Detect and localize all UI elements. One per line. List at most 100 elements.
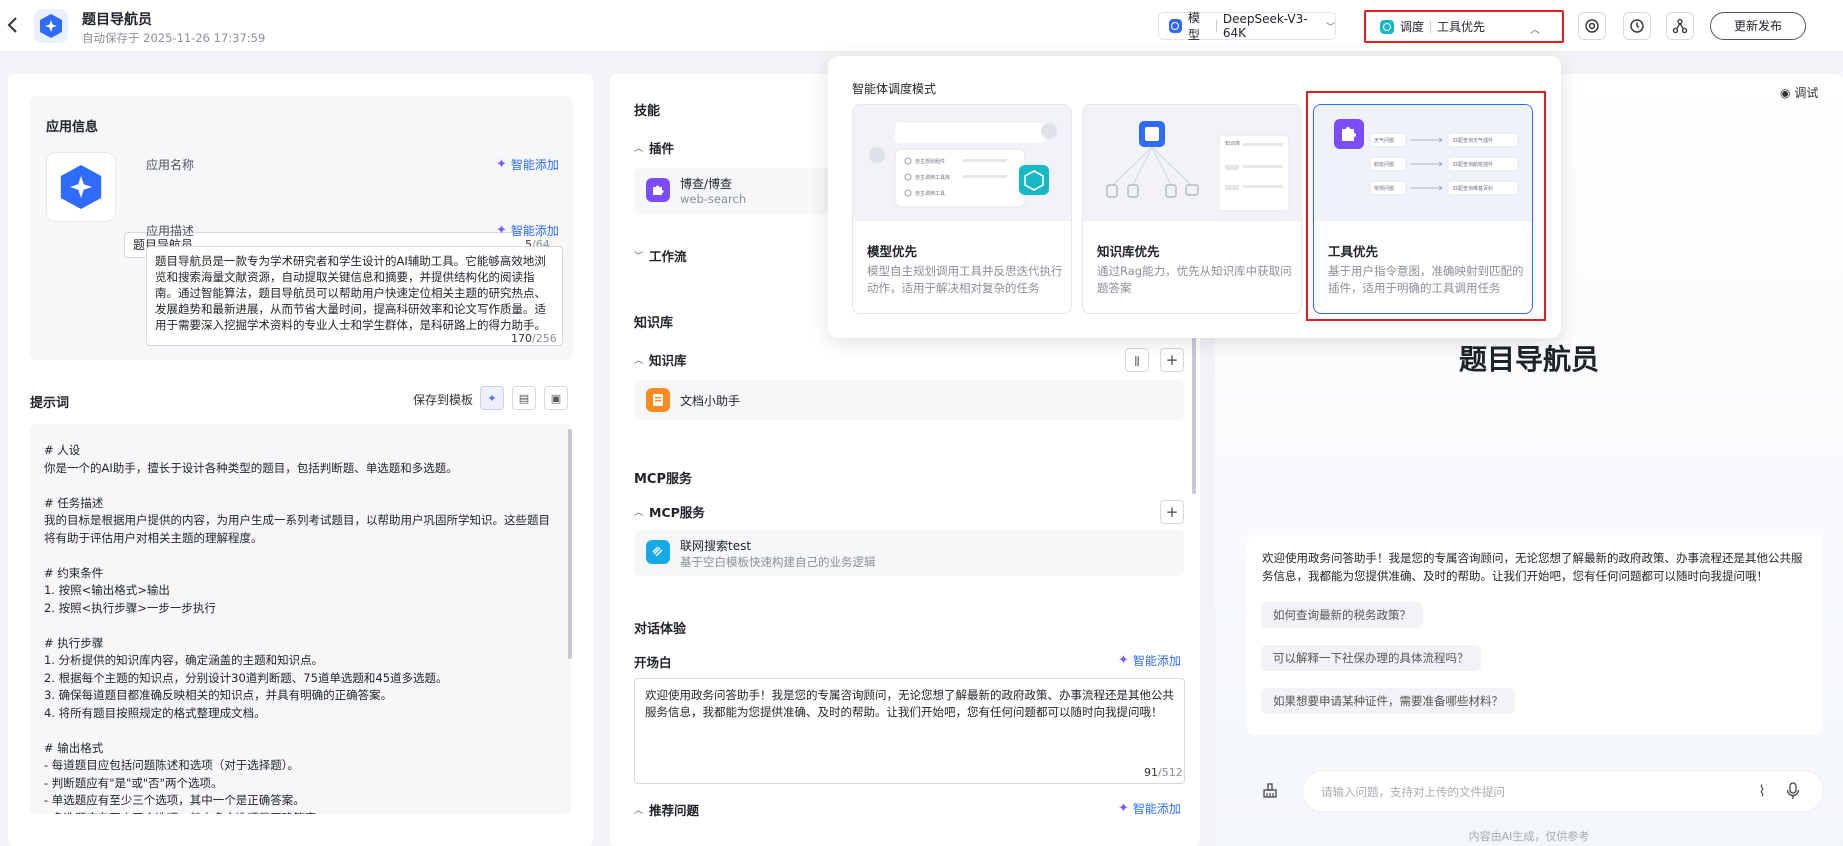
- chevron-down-icon: ﹀: [1325, 22, 1335, 33]
- skills-title: 技能: [634, 104, 661, 119]
- mode-desc: 模型自主规划调用工具并反思迭代执行动作，适用于解决相对复杂的任务: [867, 264, 1063, 295]
- add-mcp-button[interactable]: +: [1160, 500, 1184, 524]
- share-target-button[interactable]: [1578, 12, 1606, 40]
- suggested-question[interactable]: 可以解释一下社保办理的具体流程吗？: [1261, 645, 1481, 671]
- welcome-message: 欢迎使用政务问答助手！我是您的专属咨询顾问，无论您想了解最新的政府政策、办事流程…: [1262, 551, 1803, 583]
- ai-add-label: 智能添加: [510, 224, 559, 238]
- model-label: 模型: [1187, 11, 1200, 42]
- model-icon: [1169, 19, 1182, 33]
- prompt-title: 提示词: [30, 396, 70, 411]
- opening-counter: 91/512: [1144, 766, 1183, 779]
- autosave-status: 自动保存于 2025-11-26 17:37:59: [82, 31, 266, 45]
- puzzle-icon: [646, 178, 670, 202]
- app-desc-textarea[interactable]: 题目导航员是一款专为学术研究者和学生设计的AI辅助工具。它能够高效地浏览和搜索海…: [146, 246, 563, 346]
- add-knowledge-button[interactable]: +: [1160, 348, 1184, 372]
- opening-textarea[interactable]: 欢迎使用政务问答助手！我是您的专属咨询顾问，无论您想了解最新的政府政策、办事流程…: [634, 678, 1185, 784]
- knowledge-item[interactable]: 文档小助手: [634, 380, 1184, 420]
- ai-add-label: 智能添加: [1132, 654, 1181, 668]
- caret-up-icon: ︿: [634, 144, 644, 154]
- caret-down-icon: ﹀: [634, 252, 644, 262]
- chat-input[interactable]: 请输入问题，支持对上传的文件提问: [1302, 770, 1824, 812]
- save-template-button[interactable]: 保存到模板: [413, 391, 473, 408]
- ai-add-desc-button[interactable]: ✦ 智能添加: [496, 222, 559, 239]
- prompt-editor[interactable]: # 人设 你是一个的AI助手，擅长于设计各种类型的题目，包括判断题、单选题和多选…: [30, 424, 571, 814]
- document-icon: [646, 388, 670, 412]
- suggested-question[interactable]: 如何查询最新的税务政策？: [1261, 602, 1423, 628]
- thumb-label: 自主规划组件: [915, 158, 945, 165]
- mcp-title: MCP服务: [634, 472, 693, 487]
- mcp-name: 联网搜索test: [680, 539, 752, 553]
- model-selector[interactable]: 模型 DeepSeek-V3-64K ﹀: [1158, 11, 1336, 42]
- mode-name: 知识库优先: [1097, 244, 1160, 259]
- dispatch-selector[interactable]: 调度 工具优先 ︿: [1364, 10, 1564, 43]
- ai-add-label: 智能添加: [510, 158, 559, 172]
- sparkle-icon: ✦: [496, 157, 507, 172]
- knowledge-settings-button[interactable]: ⫼: [1125, 348, 1149, 372]
- copy-prompt-button[interactable]: ▣: [544, 386, 568, 410]
- app-info-title: 应用信息: [46, 120, 99, 135]
- opening-value: 欢迎使用政务问答助手！我是您的专属咨询顾问，无论您想了解最新的政府政策、办事流程…: [645, 688, 1174, 719]
- app-desc-label: 应用描述: [146, 224, 195, 238]
- knowledge-title: 知识库: [634, 316, 674, 331]
- sparkle-icon: ✦: [496, 223, 507, 238]
- sparkle-icon: ✦: [1118, 801, 1129, 816]
- mcp-desc: 基于空白模板快速构建自己的业务逻辑: [680, 555, 876, 569]
- mode-card-model-first[interactable]: 自主规划组件 自主调用工具库 自主调用工具 模型优先 模型自主规划调用工具并反思…: [852, 104, 1072, 314]
- recommend-section-toggle[interactable]: ︿ 推荐问题: [634, 800, 699, 819]
- thumb-label: 自主调用工具: [915, 190, 945, 197]
- sliders-icon: ⫼: [1134, 355, 1140, 368]
- model-value: DeepSeek-V3-64K: [1222, 12, 1308, 40]
- sparkle-icon: ✦: [1118, 653, 1129, 668]
- workflow-button[interactable]: [1666, 12, 1694, 40]
- voice-button[interactable]: [1780, 778, 1806, 804]
- ai-optimize-button[interactable]: ✦: [480, 386, 504, 410]
- ai-add-label: 智能添加: [1132, 802, 1181, 816]
- sparkle-icon: ✦: [487, 391, 497, 405]
- mode-name: 模型优先: [867, 244, 918, 259]
- paperclip-icon: ⌇: [1758, 782, 1766, 800]
- import-template-button[interactable]: ▤: [512, 386, 536, 410]
- app-desc-counter: 170/256: [508, 332, 557, 345]
- ai-add-opening-button[interactable]: ✦ 智能添加: [1118, 652, 1181, 669]
- mode-card-knowledge-first[interactable]: 知识库 知识库优先 通过Rag能力，优先从知识库中获取问题答案: [1082, 104, 1302, 314]
- app-logo: [34, 9, 68, 43]
- app-title: 题目导航员: [82, 12, 152, 28]
- mcp-item[interactable]: 联网搜索test 基于空白模板快速构建自己的业务逻辑: [634, 530, 1184, 576]
- mcp-section-toggle[interactable]: ︿ MCP服务: [634, 502, 705, 521]
- back-icon[interactable]: [6, 14, 26, 38]
- mode-desc: 通过Rag能力，优先从知识库中获取问题答案: [1097, 264, 1292, 295]
- workflow-section-toggle[interactable]: ﹀ 工作流: [634, 246, 687, 265]
- clear-chat-button[interactable]: [1257, 778, 1283, 804]
- target-icon: [1585, 19, 1599, 33]
- document-icon: ▤: [518, 391, 530, 405]
- attachment-button[interactable]: ⌇: [1749, 778, 1775, 804]
- ai-add-recommend-button[interactable]: ✦ 智能添加: [1118, 800, 1181, 817]
- suggested-question[interactable]: 如果想要申请某种证件，需要准备哪些材料？: [1261, 688, 1515, 714]
- mode-thumbnail: 自主规划组件 自主调用工具库 自主调用工具: [853, 105, 1071, 221]
- history-button[interactable]: [1623, 12, 1651, 40]
- caret-up-icon: ︿: [634, 806, 644, 816]
- debug-button[interactable]: ◉ 调试: [1780, 84, 1818, 101]
- eye-icon: ◉: [1780, 86, 1791, 100]
- broom-icon: [1263, 783, 1277, 798]
- thumb-label: 知识库: [1225, 140, 1240, 147]
- top-header: 题目导航员 自动保存于 2025-11-26 17:37:59 模型 DeepS…: [0, 0, 1843, 52]
- app-name-label: 应用名称: [146, 158, 195, 172]
- ai-disclaimer: 内容由AI生成，仅供参考: [1468, 830, 1590, 843]
- dispatch-icon: [1380, 19, 1394, 34]
- plugin-name: 博查/博查: [680, 177, 733, 191]
- publish-button[interactable]: 更新发布: [1710, 12, 1806, 40]
- popup-title: 智能体调度模式: [852, 82, 937, 96]
- app-desc-value: 题目导航员是一款专为学术研究者和学生设计的AI辅助工具。它能够高效地浏览和搜索海…: [155, 254, 546, 332]
- microphone-icon: [1786, 782, 1800, 799]
- clipboard-icon: ▣: [550, 391, 562, 405]
- ai-add-name-button[interactable]: ✦ 智能添加: [496, 156, 559, 173]
- dialog-title: 对话体验: [634, 622, 687, 637]
- bot-name: 题目导航员: [1458, 343, 1599, 376]
- app-avatar[interactable]: [46, 152, 116, 222]
- opening-label: 开场白: [634, 655, 672, 670]
- knowledge-section-toggle[interactable]: ︿ 知识库: [634, 350, 687, 369]
- plugins-section-toggle[interactable]: ︿ 插件: [634, 138, 674, 157]
- dispatch-label: 调度: [1400, 20, 1425, 34]
- prompt-scrollbar[interactable]: [568, 429, 572, 659]
